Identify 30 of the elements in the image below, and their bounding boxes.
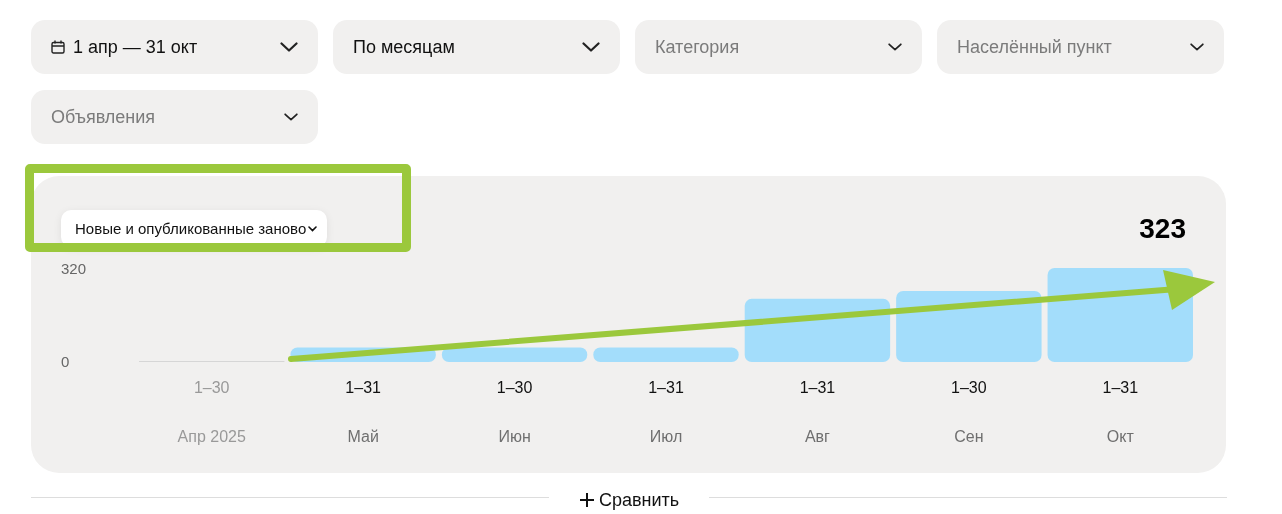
chevron-down-icon xyxy=(1190,42,1204,52)
chevron-down-icon xyxy=(888,42,902,52)
period-label: 1–30 xyxy=(951,379,987,396)
month-label: Июн xyxy=(498,428,531,445)
axis-tick-label: 0 xyxy=(61,353,70,370)
month-label: Апр 2025 xyxy=(177,428,246,445)
period-label: 1–30 xyxy=(193,379,230,396)
chevron-down-icon xyxy=(280,42,298,52)
chevron-down-icon xyxy=(308,225,318,232)
chevron-down-icon xyxy=(284,112,298,122)
month-label: Авг xyxy=(804,428,830,445)
chevron-down-icon xyxy=(582,42,600,52)
axis-tick-label: 320 xyxy=(61,259,87,277)
calendar-icon xyxy=(51,40,65,54)
month-label: Сен xyxy=(954,428,984,445)
period-label: 1–31 xyxy=(1102,379,1139,396)
date-range-select[interactable]: 1 апр — 31 окт xyxy=(31,20,318,74)
month-label: Май xyxy=(347,428,379,445)
plus-icon xyxy=(578,492,595,508)
dropdown-select[interactable]: По месяцам xyxy=(333,20,620,74)
total-count: 323 xyxy=(1139,212,1186,245)
dropdown-select[interactable]: Категория xyxy=(635,20,922,74)
dropdown-select[interactable]: Объявления xyxy=(31,90,318,144)
month-label: Июл xyxy=(649,428,683,445)
period-label: 1–31 xyxy=(648,379,684,396)
month-label: Окт xyxy=(1106,428,1134,445)
period-label: 1–31 xyxy=(799,379,836,396)
period-label: 1–30 xyxy=(496,379,533,396)
dropdown-select[interactable]: Населённый пункт xyxy=(937,20,1224,74)
period-label: 1–31 xyxy=(345,379,381,396)
